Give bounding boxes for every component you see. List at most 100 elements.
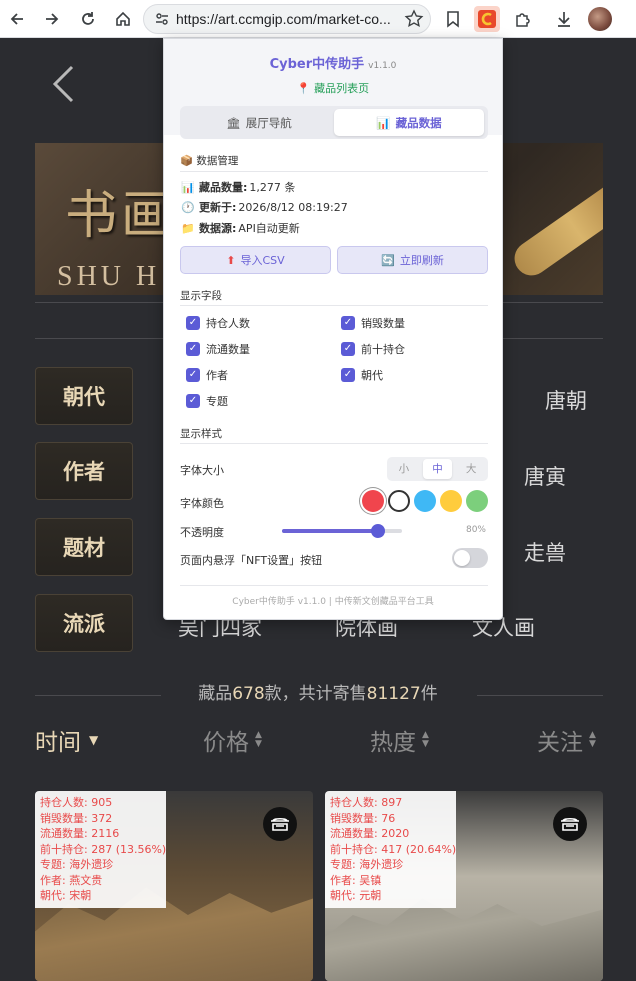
site-info-icon[interactable] [152,9,172,29]
museum-badge-icon [263,807,297,841]
address-bar[interactable]: https://art.ccmgip.com/market-co... [143,4,431,34]
popup-tabs: 🏛 展厅导航 📊 藏品数据 [180,106,488,139]
filter-dynasty-button[interactable]: 朝代 [35,367,133,425]
opacity-value: 80% [465,525,486,535]
filter-author-button[interactable]: 作者 [35,442,133,500]
divider [180,585,488,586]
sort-price[interactable]: 价格 ▲ ▼ [203,723,262,757]
field-checkbox[interactable]: ✓ 朝代 [341,367,383,383]
download-icon[interactable] [551,6,577,32]
banner-title: 书画 [65,186,178,246]
back-icon[interactable] [4,6,30,32]
bar-chart-icon: 📊 [376,115,391,130]
extension-popup: Cyber中传助手 v1.1.0 📍 藏品列表页 🏛 展厅导航 📊 藏品数据 📦 … [163,38,503,620]
field-checkbox[interactable]: ✓ 作者 [186,367,228,383]
float-button-label: 页面内悬浮「NFT设置」按钮 [180,554,323,567]
nft-data-overlay: 持仓人数: 897 销毁数量: 76 流通数量: 2020 前十持仓: 417 … [325,791,456,908]
filter-option[interactable]: 走兽 [524,537,566,567]
filter-option[interactable]: 唐朝 [545,385,587,415]
info-updated: 🕐 更新于: 2026/8/12 08:19:27 [181,200,348,215]
caret-down-icon: ▼ [89,733,99,747]
nft-data-overlay: 持仓人数: 905 销毁数量: 372 流通数量: 2116 前十持仓: 287… [35,791,166,908]
sort-follow[interactable]: 关注 ▲ ▼ [537,723,596,757]
check-icon: ✓ [186,394,200,408]
filter-option[interactable]: 唐寅 [524,461,566,491]
filter-school-button[interactable]: 流派 [35,594,133,652]
collection-card[interactable]: 持仓人数: 905 销毁数量: 372 流通数量: 2116 前十持仓: 287… [35,791,313,981]
info-count: 📊 藏品数量: 1,277 条 [181,180,296,195]
cyber-extension-icon[interactable] [474,6,500,32]
import-csv-button[interactable]: ⬆ 导入CSV [180,246,331,274]
museum-icon: 🏛 [226,115,241,130]
slider-fill [282,529,378,533]
tab-collection-data[interactable]: 📊 藏品数据 [334,109,484,136]
color-swatch-green[interactable] [466,490,488,512]
toggle-knob [454,550,470,566]
divider [180,305,488,306]
chart-icon: 📊 [181,180,195,194]
location-pin-icon: 📍 [296,82,311,95]
field-checkbox[interactable]: ✓ 销毁数量 [341,315,405,331]
back-arrow-icon[interactable] [50,64,80,108]
popup-title: Cyber中传助手 v1.1.0 [269,57,397,72]
profile-avatar[interactable] [588,7,612,31]
refresh-icon: 🔄 [381,253,395,267]
section-heading: 显示样式 [180,428,222,440]
upload-icon: ⬆ [226,253,236,267]
font-size-selector: 小 中 大 [387,457,488,481]
divider [180,443,488,444]
browser-toolbar: https://art.ccmgip.com/market-co... [0,0,636,38]
tab-hall-nav[interactable]: 🏛 展厅导航 [184,109,334,136]
sort-arrows-icon: ▲ ▼ [422,730,429,749]
current-page-indicator: 📍 藏品列表页 [296,82,370,95]
color-swatch-red[interactable] [362,490,384,512]
museum-badge-icon [553,807,587,841]
extensions-puzzle-icon[interactable] [510,6,536,32]
field-checkbox[interactable]: ✓ 专题 [186,393,228,409]
field-checkbox[interactable]: ✓ 前十持仓 [341,341,405,357]
popup-footer: Cyber中传助手 v1.1.0 | 中传新文创藏品平台工具 [232,597,434,607]
package-icon: 📦 [180,155,194,167]
forward-icon[interactable] [39,6,65,32]
color-swatch-white[interactable] [388,490,410,512]
field-checkbox[interactable]: ✓ 流通数量 [186,341,250,357]
reload-icon[interactable] [75,6,101,32]
collection-summary: 藏品678款，共计寄售81127件 [198,684,438,704]
font-color-label: 字体颜色 [180,497,224,510]
font-size-large[interactable]: 大 [456,459,486,479]
url-text: https://art.ccmgip.com/market-co... [176,11,391,27]
check-icon: ✓ [341,342,355,356]
opacity-slider[interactable] [282,524,402,538]
sort-popularity[interactable]: 热度 ▲ ▼ [370,723,429,757]
divider [180,171,488,172]
opacity-label: 不透明度 [180,526,224,539]
font-size-medium[interactable]: 中 [422,459,453,479]
color-swatch-yellow[interactable] [440,490,462,512]
section-heading: 显示字段 [180,290,222,302]
filter-subject-button[interactable]: 题材 [35,518,133,576]
collection-card[interactable]: 持仓人数: 897 销毁数量: 76 流通数量: 2020 前十持仓: 417 … [325,791,603,981]
check-icon: ✓ [341,316,355,330]
sort-arrows-icon: ▲ ▼ [255,730,262,749]
font-size-small[interactable]: 小 [389,459,419,479]
banner-subtitle: SHU H [57,261,161,292]
check-icon: ✓ [186,342,200,356]
home-icon[interactable] [110,6,136,32]
reading-list-icon[interactable] [440,6,466,32]
section-heading: 📦 数据管理 [180,155,239,167]
float-button-toggle[interactable] [452,548,488,568]
check-icon: ✓ [186,316,200,330]
sort-time[interactable]: 时间 ▼ [35,723,98,757]
sort-arrows-icon: ▲ ▼ [589,730,596,749]
check-icon: ✓ [341,368,355,382]
info-source: 📁 数据源: API自动更新 [181,221,300,236]
scroll-decoration [507,173,603,283]
slider-handle[interactable] [371,524,385,538]
field-checkbox[interactable]: ✓ 持仓人数 [186,315,250,331]
font-size-label: 字体大小 [180,464,224,477]
color-swatch-blue[interactable] [414,490,436,512]
bookmark-star-icon[interactable] [404,9,424,33]
folder-icon: 📁 [181,221,195,235]
refresh-button[interactable]: 🔄 立即刷新 [337,246,488,274]
check-icon: ✓ [186,368,200,382]
